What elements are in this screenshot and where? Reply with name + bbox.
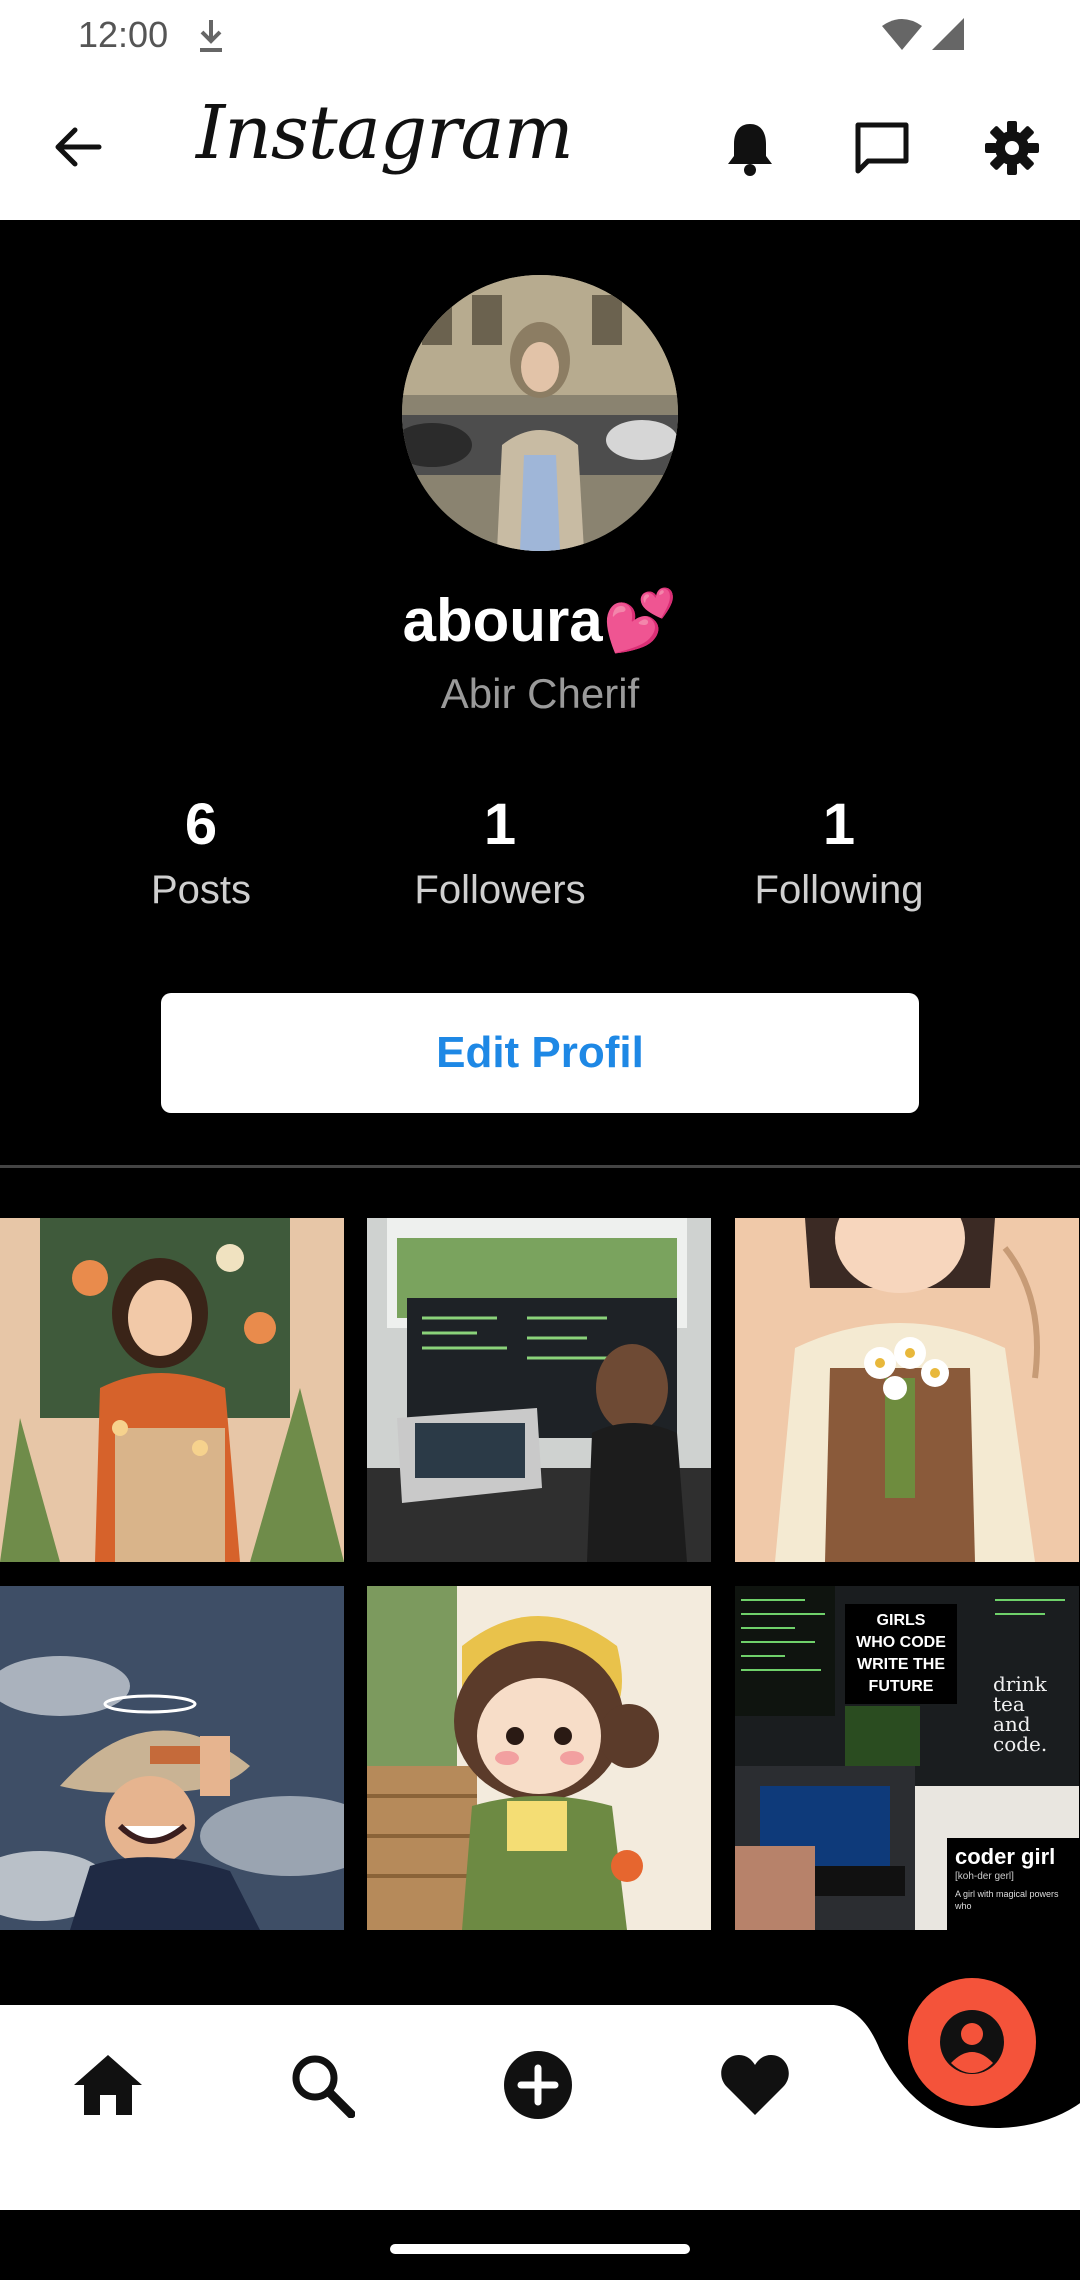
avatar-photo bbox=[402, 275, 678, 551]
post-image bbox=[0, 1586, 344, 1930]
stat-followers-count: 1 bbox=[483, 792, 517, 857]
post-tile[interactable]: GIRLS WHO CODE WRITE THE FUTURE drink te… bbox=[735, 1586, 1079, 1930]
download-icon bbox=[200, 20, 222, 52]
drink-tea-caption: drink tea and code. bbox=[993, 1674, 1079, 1754]
profile-icon bbox=[940, 2010, 1004, 2074]
app-bar: Instagram bbox=[0, 70, 1080, 220]
chat-icon bbox=[855, 122, 909, 174]
home-icon bbox=[74, 2055, 142, 2115]
coder-girl-title: coder girl bbox=[955, 1844, 1056, 1869]
heart-icon bbox=[721, 2055, 789, 2115]
caption-line: WHO CODE bbox=[856, 1634, 946, 1651]
stat-posts-count: 6 bbox=[184, 792, 218, 857]
brand-logo: Instagram bbox=[196, 90, 574, 176]
gear-icon bbox=[985, 121, 1039, 175]
notifications-button[interactable] bbox=[710, 108, 790, 188]
post-tile[interactable] bbox=[735, 1218, 1079, 1562]
signal-icon bbox=[932, 18, 964, 50]
nav-home[interactable] bbox=[58, 2035, 158, 2135]
stat-following-label: Following bbox=[754, 868, 924, 912]
caption-line: GIRLS bbox=[876, 1612, 926, 1629]
edit-profile-button[interactable]: Edit Profil bbox=[161, 993, 919, 1113]
profile-username: aboura💕 bbox=[402, 587, 678, 654]
nav-add-post[interactable] bbox=[488, 2035, 588, 2135]
post-tile[interactable] bbox=[0, 1218, 344, 1562]
tea-line: and code. bbox=[993, 1712, 1048, 1756]
stat-posts-label: Posts bbox=[150, 868, 252, 912]
post-tile[interactable] bbox=[0, 1586, 344, 1930]
home-indicator[interactable] bbox=[390, 2244, 690, 2254]
post-image bbox=[0, 1218, 344, 1562]
post-tile[interactable] bbox=[367, 1218, 711, 1562]
tea-line: drink tea bbox=[993, 1672, 1047, 1716]
post-image bbox=[367, 1586, 711, 1930]
nav-likes[interactable] bbox=[705, 2035, 805, 2135]
profile-full-name: Abir Cherif bbox=[440, 670, 640, 717]
coder-girl-card: coder girl [koh-der gerl] A girl with ma… bbox=[947, 1838, 1079, 1930]
coder-girl-definition: A girl with magical powers who bbox=[955, 1889, 1059, 1911]
stat-posts[interactable]: 6 Posts bbox=[71, 790, 331, 920]
profile-avatar[interactable] bbox=[402, 275, 678, 551]
add-circle-icon bbox=[504, 2051, 572, 2119]
post-image bbox=[367, 1218, 711, 1562]
stat-following-count: 1 bbox=[822, 792, 856, 857]
post-image bbox=[735, 1218, 1079, 1562]
profile-fab[interactable] bbox=[908, 1978, 1036, 2106]
nav-search[interactable] bbox=[272, 2035, 372, 2135]
stat-following[interactable]: 1 Following bbox=[709, 790, 969, 920]
post-tile[interactable] bbox=[367, 1586, 711, 1930]
bell-icon bbox=[728, 124, 772, 176]
status-time: 12:00 bbox=[78, 14, 169, 55]
stat-followers-label: Followers bbox=[414, 868, 586, 912]
divider bbox=[0, 1165, 1080, 1168]
caption-line: WRITE THE bbox=[857, 1656, 945, 1673]
back-button[interactable] bbox=[40, 110, 114, 184]
girls-who-code-caption: GIRLS WHO CODE WRITE THE FUTURE bbox=[845, 1604, 957, 1704]
coder-girl-phonetic: [koh-der gerl] bbox=[955, 1871, 1014, 1882]
caption-line: FUTURE bbox=[868, 1678, 934, 1695]
stat-followers[interactable]: 1 Followers bbox=[370, 790, 630, 920]
back-arrow-icon bbox=[55, 127, 102, 167]
wifi-icon bbox=[882, 19, 922, 50]
search-icon bbox=[292, 2055, 355, 2118]
settings-button[interactable] bbox=[972, 108, 1052, 188]
status-bar: 12:00 bbox=[0, 0, 1080, 70]
messages-button[interactable] bbox=[842, 108, 922, 188]
